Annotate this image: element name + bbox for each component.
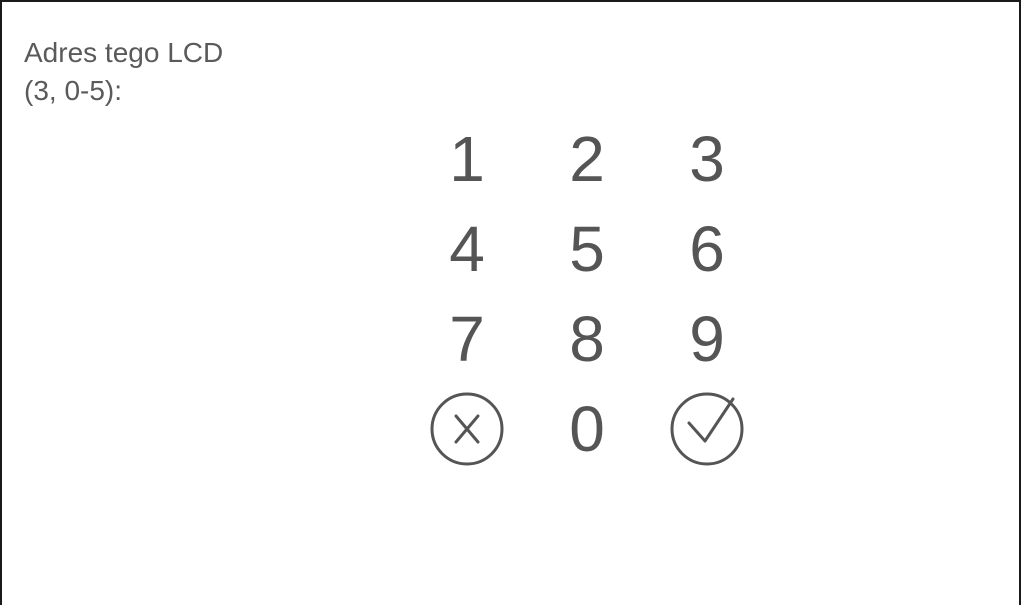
key-0[interactable]: 0 [527,384,647,474]
key-5[interactable]: 5 [527,204,647,294]
key-9[interactable]: 9 [647,294,767,384]
circle-check-icon [667,389,747,469]
key-6[interactable]: 6 [647,204,767,294]
cancel-button[interactable] [407,384,527,474]
key-3[interactable]: 3 [647,114,767,204]
prompt-title: Adres tego LCD [24,37,224,68]
key-2[interactable]: 2 [527,114,647,204]
confirm-button[interactable] [647,384,767,474]
key-7[interactable]: 7 [407,294,527,384]
circle-x-icon [427,389,507,469]
key-8[interactable]: 8 [527,294,647,384]
address-prompt: Adres tego LCD (3, 0-5): [24,34,223,110]
lcd-address-screen: Adres tego LCD (3, 0-5): 1 2 3 4 5 6 7 8… [0,0,1021,605]
prompt-range: (3, 0-5): [24,75,123,106]
numeric-keypad: 1 2 3 4 5 6 7 8 9 0 [407,114,771,474]
key-4[interactable]: 4 [407,204,527,294]
key-1[interactable]: 1 [407,114,527,204]
